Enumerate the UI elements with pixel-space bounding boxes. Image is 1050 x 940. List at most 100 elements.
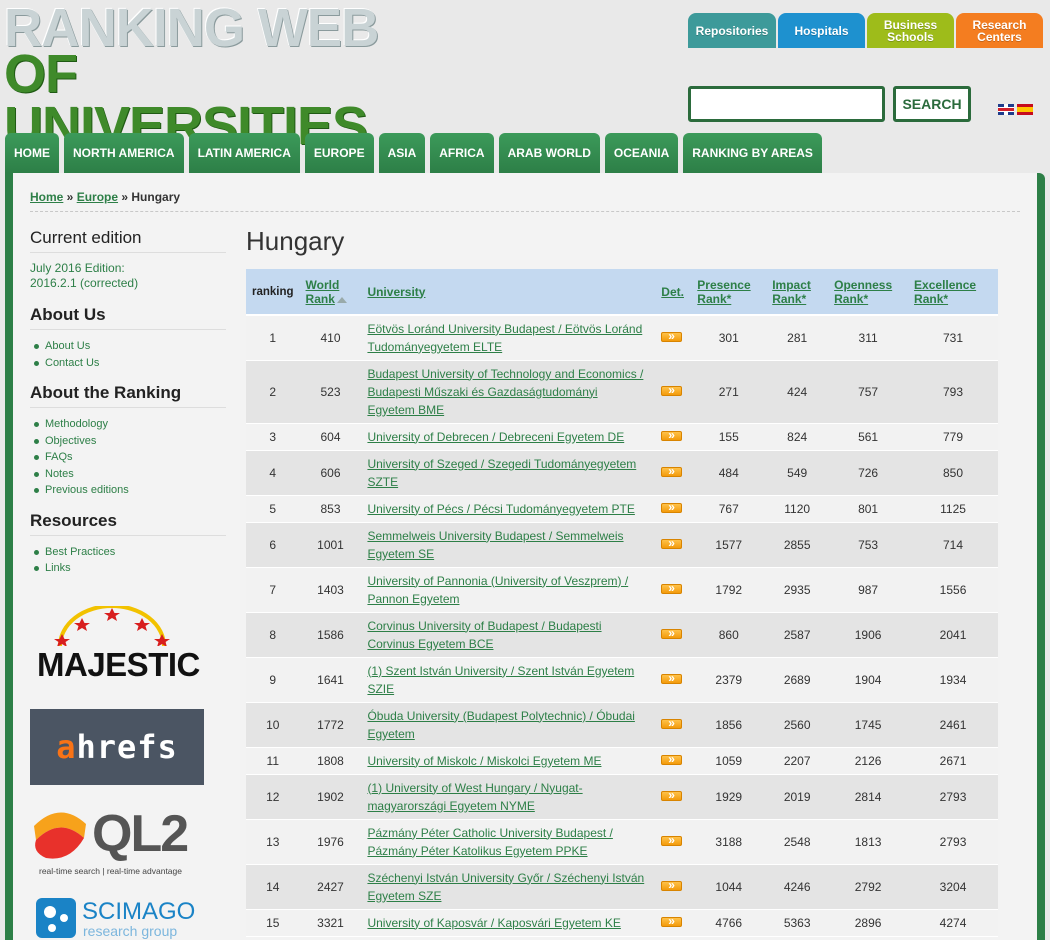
university-link[interactable]: University of Miskolc / Miskolci Egyetem… bbox=[367, 754, 601, 768]
faqs-link[interactable]: FAQs bbox=[30, 449, 226, 466]
breadcrumb-europe-link[interactable]: Europe bbox=[77, 190, 118, 204]
details-arrow-icon[interactable] bbox=[661, 329, 683, 343]
nav-asia[interactable]: ASIA bbox=[378, 133, 426, 173]
university-link[interactable]: Eötvös Loránd University Budapest / Eötv… bbox=[367, 322, 642, 354]
breadcrumb-home-link[interactable]: Home bbox=[30, 190, 63, 204]
hospitals-button[interactable]: Hospitals bbox=[778, 13, 865, 48]
university-link[interactable]: Pázmány Péter Catholic University Budape… bbox=[367, 826, 612, 858]
university-name-line[interactable]: Széchenyi István University Győr / Széch… bbox=[367, 871, 644, 885]
scimago-logo[interactable]: SCIMAGO research group bbox=[36, 898, 216, 940]
nav-latin-america[interactable]: LATIN AMERICA bbox=[188, 133, 300, 173]
search-button[interactable]: SEARCH bbox=[893, 86, 971, 122]
university-link[interactable]: University of Pannonia (University of Ve… bbox=[367, 574, 628, 606]
university-name-line[interactable]: SZIE bbox=[367, 682, 394, 696]
spanish-flag-icon[interactable] bbox=[1017, 104, 1033, 115]
university-name-line[interactable]: University of Kaposvár / Kaposvári Egyet… bbox=[367, 916, 620, 930]
repositories-button[interactable]: Repositories bbox=[688, 13, 776, 48]
col-presence-line1[interactable]: Presence bbox=[697, 278, 750, 292]
col-impact-line2[interactable]: Rank* bbox=[772, 292, 806, 306]
details-arrow-icon[interactable] bbox=[661, 788, 683, 802]
university-name-line[interactable]: Egyetem SE bbox=[367, 547, 434, 561]
university-name-line[interactable]: Budapesti Műszaki és Gazdaságtudományi bbox=[367, 385, 597, 399]
majestic-logo[interactable]: MAJESTIC bbox=[30, 606, 200, 686]
contact-us-link[interactable]: Contact Us bbox=[30, 355, 226, 372]
ahrefs-logo[interactable]: ahrefs bbox=[30, 709, 204, 785]
nav-africa[interactable]: AFRICA bbox=[430, 133, 494, 173]
col-openness[interactable]: Openness Rank* bbox=[828, 269, 909, 316]
research-centers-button[interactable]: Research Centers bbox=[956, 13, 1043, 48]
university-name-line[interactable]: University of Pannonia (University of Ve… bbox=[367, 574, 628, 588]
site-logo[interactable]: RANKING WEB OF UNIVERSITIES bbox=[4, 1, 434, 153]
nav-north-america[interactable]: NORTH AMERICA bbox=[64, 133, 184, 173]
university-name-line[interactable]: Pázmány Péter Catholic University Budape… bbox=[367, 826, 612, 840]
col-world-rank[interactable]: World Rank bbox=[299, 269, 362, 316]
university-name-line[interactable]: Egyetem BME bbox=[367, 403, 444, 417]
university-name-line[interactable]: Corvinus Egyetem BCE bbox=[367, 637, 493, 651]
details-arrow-icon[interactable] bbox=[661, 752, 683, 766]
university-name-line[interactable]: Egyetem bbox=[367, 727, 414, 741]
links-link[interactable]: Links bbox=[30, 560, 226, 577]
university-name-line[interactable]: University of Debrecen / Debreceni Egyet… bbox=[367, 430, 624, 444]
nav-ranking-by-areas[interactable]: RANKING BY AREAS bbox=[683, 133, 822, 173]
university-name-line[interactable]: (1) Szent István University / Szent Istv… bbox=[367, 664, 634, 678]
col-excellence-line1[interactable]: Excellence bbox=[914, 278, 976, 292]
university-link[interactable]: University of Debrecen / Debreceni Egyet… bbox=[367, 430, 624, 444]
details-arrow-icon[interactable] bbox=[661, 716, 683, 730]
search-input[interactable] bbox=[688, 86, 885, 122]
university-name-line[interactable]: Pannon Egyetem bbox=[367, 592, 459, 606]
details-arrow-icon[interactable] bbox=[661, 671, 683, 685]
details-arrow-icon[interactable] bbox=[661, 833, 683, 847]
university-link[interactable]: Corvinus University of Budapest / Budape… bbox=[367, 619, 601, 651]
university-name-line[interactable]: SZTE bbox=[367, 475, 398, 489]
previous-editions-link[interactable]: Previous editions bbox=[30, 482, 226, 499]
university-link[interactable]: Óbuda University (Budapest Polytechnic) … bbox=[367, 709, 634, 741]
details-arrow-icon[interactable] bbox=[661, 581, 683, 595]
ql2-logo[interactable]: QL2 real-time search | real-time advanta… bbox=[30, 804, 210, 880]
university-link[interactable]: (1) Szent István University / Szent Istv… bbox=[367, 664, 634, 696]
col-presence-line2[interactable]: Rank* bbox=[697, 292, 731, 306]
col-impact-line1[interactable]: Impact bbox=[772, 278, 811, 292]
university-name-line[interactable]: Corvinus University of Budapest / Budape… bbox=[367, 619, 601, 633]
details-arrow-icon[interactable] bbox=[661, 536, 683, 550]
university-name-line[interactable]: magyarországi Egyetem NYME bbox=[367, 799, 534, 813]
university-name-line[interactable]: University of Pécs / Pécsi Tudományegyet… bbox=[367, 502, 634, 516]
nav-europe[interactable]: EUROPE bbox=[304, 133, 374, 173]
col-excellence[interactable]: Excellence Rank* bbox=[908, 269, 998, 316]
university-name-line[interactable]: Semmelweis University Budapest / Semmelw… bbox=[367, 529, 623, 543]
col-openness-line2[interactable]: Rank* bbox=[834, 292, 868, 306]
university-link[interactable]: University of Pécs / Pécsi Tudományegyet… bbox=[367, 502, 634, 516]
university-link[interactable]: Széchenyi István University Győr / Széch… bbox=[367, 871, 644, 903]
university-link[interactable]: University of Szeged / Szegedi Tudománye… bbox=[367, 457, 636, 489]
details-arrow-icon[interactable] bbox=[661, 914, 683, 928]
university-link[interactable]: Semmelweis University Budapest / Semmelw… bbox=[367, 529, 623, 561]
english-flag-icon[interactable] bbox=[998, 104, 1014, 115]
university-name-line[interactable]: Eötvös Loránd University Budapest / Eötv… bbox=[367, 322, 642, 336]
university-link[interactable]: (1) University of West Hungary / Nyugat-… bbox=[367, 781, 582, 813]
nav-home[interactable]: HOME bbox=[5, 133, 59, 173]
details-arrow-icon[interactable] bbox=[661, 500, 683, 514]
details-arrow-icon[interactable] bbox=[661, 626, 683, 640]
col-university-label[interactable]: University bbox=[367, 285, 425, 299]
university-name-line[interactable]: University of Szeged / Szegedi Tudománye… bbox=[367, 457, 636, 471]
col-impact[interactable]: Impact Rank* bbox=[766, 269, 829, 316]
details-arrow-icon[interactable] bbox=[661, 878, 683, 892]
university-link[interactable]: Budapest University of Technology and Ec… bbox=[367, 367, 643, 417]
university-name-line[interactable]: (1) University of West Hungary / Nyugat- bbox=[367, 781, 582, 795]
col-openness-line1[interactable]: Openness bbox=[834, 278, 892, 292]
university-link[interactable]: University of Kaposvár / Kaposvári Egyet… bbox=[367, 916, 620, 930]
nav-arab-world[interactable]: ARAB WORLD bbox=[498, 133, 600, 173]
col-world-rank-line2[interactable]: Rank bbox=[306, 292, 335, 306]
col-university[interactable]: University bbox=[361, 269, 656, 316]
university-name-line[interactable]: Egyetem SZE bbox=[367, 889, 441, 903]
university-name-line[interactable]: Óbuda University (Budapest Polytechnic) … bbox=[367, 709, 634, 723]
details-arrow-icon[interactable] bbox=[661, 464, 683, 478]
university-name-line[interactable]: Budapest University of Technology and Ec… bbox=[367, 367, 643, 381]
nav-oceania[interactable]: OCEANIA bbox=[604, 133, 679, 173]
notes-link[interactable]: Notes bbox=[30, 466, 226, 483]
university-name-line[interactable]: Pázmány Péter Katolikus Egyetem PPKE bbox=[367, 844, 587, 858]
methodology-link[interactable]: Methodology bbox=[30, 416, 226, 433]
objectives-link[interactable]: Objectives bbox=[30, 433, 226, 450]
university-name-line[interactable]: Tudományegyetem ELTE bbox=[367, 340, 502, 354]
col-excellence-line2[interactable]: Rank* bbox=[914, 292, 948, 306]
best-practices-link[interactable]: Best Practices bbox=[30, 544, 226, 561]
